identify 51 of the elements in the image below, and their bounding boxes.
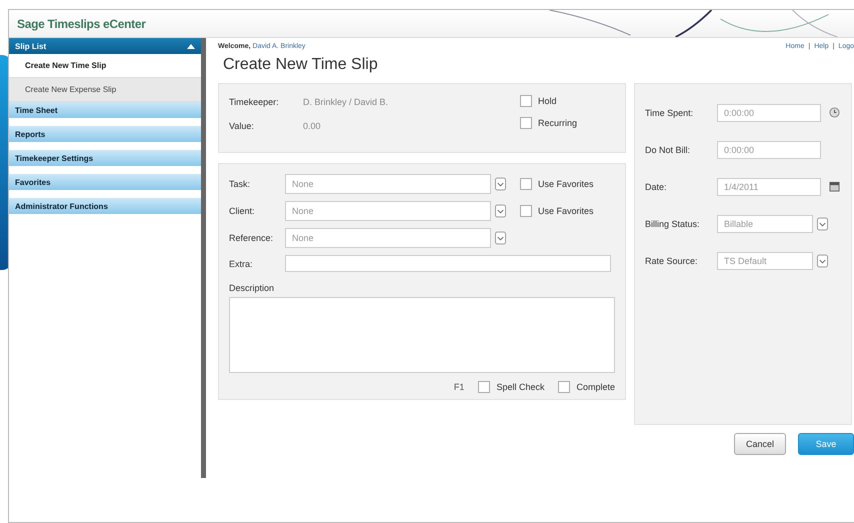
app-title: Sage Timeslips eCenter [16,16,146,30]
dropdown-field[interactable]: Billable [717,214,813,232]
dropdown-field[interactable]: None [285,174,491,194]
sidebar-section-header[interactable]: Slip List [9,38,201,54]
save-button[interactable]: Save [798,433,854,455]
text-field[interactable]: 1/4/2011 [717,178,821,196]
sidebar-section-header[interactable]: Administrator Functions [9,198,201,214]
dropdown-field[interactable]: None [285,228,491,248]
field-label: Value: [229,121,255,131]
checkbox[interactable] [520,178,532,190]
field-label: Task: [229,179,252,189]
sidebar-item[interactable]: Create New Expense Slip [9,78,201,102]
field-label: Do Not Bill: [645,144,692,154]
sidebar-section-header[interactable]: Favorites [9,174,201,190]
sidebar-section-header[interactable]: Reports [9,126,201,142]
field-label: Billing Status: [645,218,701,228]
checkbox[interactable] [558,381,570,393]
field-label: Reference: [229,233,274,243]
cancel-button[interactable]: Cancel [734,433,786,455]
sidebar-section-header[interactable]: Time Sheet [9,102,201,118]
field-label: Date: [645,182,668,192]
checkbox-label: Use Favorites [538,206,594,216]
dropdown-field[interactable]: TS Default [717,252,813,270]
checkbox-label: Recurring [538,118,578,128]
dropdown-field[interactable]: None [285,201,491,221]
description-field[interactable] [229,297,615,373]
calendar-icon[interactable] [829,181,840,192]
field-value: 0.00 [303,121,321,131]
caret-icon [187,43,195,49]
checkbox[interactable] [478,381,490,393]
field-label: Rate Source: [645,256,699,266]
checkbox[interactable] [520,205,532,217]
field-value: D. Brinkley / David B. [303,97,388,107]
field-label: Extra: [229,258,254,268]
checkbox[interactable] [520,117,532,129]
clock-icon[interactable] [829,107,840,118]
checkbox-label: Hold [538,96,557,106]
field-label: Client: [229,206,256,216]
text-field[interactable]: 0:00:00 [717,140,821,158]
page-title: Create New Time Slip [223,56,379,74]
shortcut-hint: F1 [454,382,464,392]
field-label: Description [229,283,276,293]
checkbox-label: Spell Check [496,382,544,392]
checkbox[interactable] [520,95,532,107]
checkbox-label: Complete [576,382,615,392]
text-field[interactable]: 0:00:00 [717,104,821,122]
sidebar-section-header[interactable]: Timekeeper Settings [9,150,201,166]
field-label: Timekeeper: [229,97,280,107]
extra-input-field[interactable] [285,255,611,272]
checkbox-label: Use Favorites [538,179,594,189]
field-label: Time Spent: [645,108,694,118]
